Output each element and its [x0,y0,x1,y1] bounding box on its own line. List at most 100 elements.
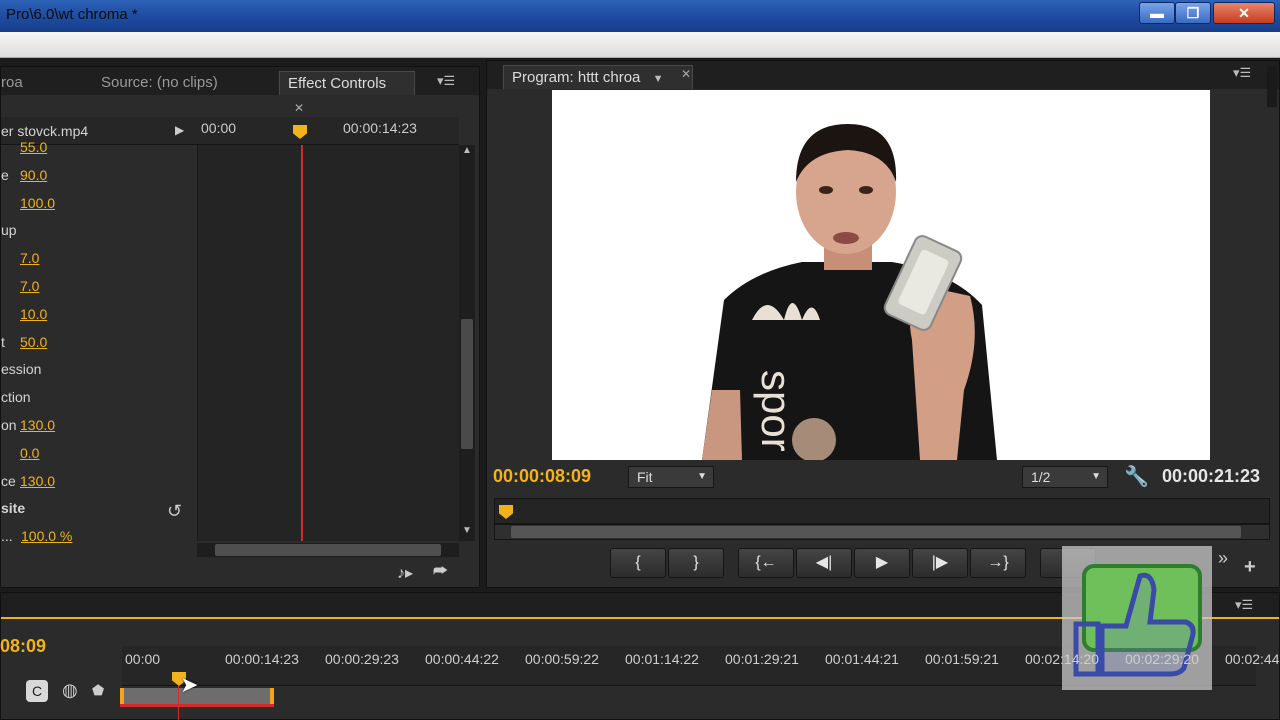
property-value[interactable]: 7.0 [20,250,39,266]
property-value[interactable]: 50.0 [20,334,47,350]
chevron-down-icon: ▼ [697,471,707,482]
render-bar [120,704,274,707]
panel-edge-scroll [1267,67,1277,107]
property-label: ... [1,528,13,545]
program-zoom-thumb[interactable] [511,526,1241,538]
program-duration: 00:00:21:23 [1162,466,1261,486]
snap-icon[interactable]: C [26,680,48,702]
step-back-button[interactable]: ◀| [796,548,852,578]
window-titlebar[interactable]: Pro\6.0\wt chroma * ▬ ❐ ✕ [0,0,1280,32]
program-current-time[interactable]: 00:00:08:09 [493,466,591,487]
tab-program-label: Program: httt chroa [512,69,641,86]
window-title: Pro\6.0\wt chroma * [6,6,138,23]
program-zoom-scrollbar[interactable] [494,524,1270,540]
audio-only-icon[interactable]: ♪▸ [397,563,413,583]
scroll-up-icon[interactable]: ▲ [462,145,472,156]
more-controls-icon[interactable]: » [1218,548,1228,569]
add-marker-icon[interactable]: ⬟ [92,682,104,699]
tab-source[interactable]: Source: (no clips) [93,71,226,95]
property-label: on [1,417,17,433]
hscroll-thumb[interactable] [215,544,441,556]
linked-selection-icon[interactable]: ◍ [62,680,78,701]
chevron-down-icon: ▼ [1091,471,1101,482]
thumbs-up-icon [1073,564,1202,677]
tab-sequence-partial[interactable]: roa [0,71,31,95]
timeline-tick-label: 00:01:29:21 [725,651,799,667]
close-button[interactable]: ✕ [1213,2,1275,24]
chevron-down-icon[interactable]: ▼ [653,73,664,85]
effect-controls-panel: roa Source: (no clips) Effect Controls ✕… [0,66,480,588]
clip-name: er stovck.mp4 [1,123,89,139]
scroll-thumb[interactable] [461,319,473,449]
tab-effect-controls[interactable]: Effect Controls ✕ [279,71,415,115]
clip-header: er stovck.mp4 ▶ 00:00 00:00:14:23 [1,117,459,145]
property-value[interactable]: 10.0 [20,306,47,322]
tab-program[interactable]: Program: httt chroa ▼ [503,65,693,89]
maximize-button[interactable]: ❐ [1175,2,1211,24]
timeline-current-time[interactable]: 08:09 [0,636,46,657]
property-value[interactable]: 55.0 [20,139,47,155]
property-label: t [1,333,5,350]
playhead-line [301,145,303,541]
wrench-icon[interactable]: 🔧 [1124,464,1149,489]
timeline-tick-label: 00:00 [125,651,161,667]
export-icon[interactable]: ⮫ [433,563,448,581]
tab-effect-controls-label: Effect Controls [288,75,387,92]
program-ruler[interactable] [494,498,1270,524]
play-triangle-icon[interactable]: ▶ [175,123,184,137]
property-value[interactable]: 7.0 [20,278,39,294]
property-value[interactable]: 100.0 [20,195,55,211]
property-label: ession [1,361,42,378]
zoom-dropdown[interactable]: Fit ▼ [628,466,714,488]
property-value[interactable]: 100.0 % [21,528,72,544]
timeline-tick-label: 00:00:44:22 [425,651,499,667]
property-label: up [1,222,17,239]
like-overlay[interactable] [1062,546,1212,690]
go-to-out-button[interactable]: →} [970,548,1026,578]
property-label: ce [1,472,16,489]
program-playhead-marker[interactable] [499,505,513,519]
timeline-tick-label: 00:02:14:20 [1025,651,1099,667]
close-icon[interactable]: ✕ [294,101,304,115]
keyframe-area[interactable] [197,145,459,541]
add-button-icon[interactable]: + [1244,556,1256,579]
video-person-image: spor [702,124,997,460]
property-value[interactable]: 90.0 [20,167,47,183]
property-label: ction [1,389,31,406]
panel-menu-icon[interactable]: ▾☰ [437,73,455,89]
step-forward-button[interactable]: |▶ [912,548,968,578]
property-list: 55.0 e 90.0 100.0 up 7.0 7.0 10.0 t 50.0 ession cti… [1,139,197,545]
panel-menu-icon[interactable]: ▾☰ [1233,65,1251,81]
timeline-tick-label: 00:00:29:23 [325,651,399,667]
timeline-tick-label: 00:01:44:21 [825,651,899,667]
resolution-dropdown-value: 1/2 [1031,469,1051,485]
menu-bar [0,32,1280,58]
play-button[interactable]: ▶ [854,548,910,578]
mouse-cursor-icon: ➤ [180,672,199,697]
timeline-tick-label: 00:01:59:21 [925,651,999,667]
reset-icon[interactable]: ↺ [167,501,182,522]
ruler-end: 00:00:14:23 [343,120,417,136]
property-value[interactable]: 130.0 [20,417,55,433]
ruler-start: 00:00 [201,120,237,136]
premiere-window: Pro\6.0\wt chroma * ▬ ❐ ✕ roa Source: (n… [0,0,1280,720]
playhead-marker[interactable] [293,125,307,139]
property-value[interactable]: 0.0 [20,445,39,461]
go-to-in-button[interactable]: {← [738,548,794,578]
program-video-frame: spor [552,90,1210,460]
timeline-tick-label: 00:00:14:23 [225,651,299,667]
timeline-tick-label: 00:02:29:20 [1125,651,1199,667]
mark-out-button[interactable]: } [668,548,724,578]
resolution-dropdown[interactable]: 1/2 ▼ [1022,466,1108,488]
timeline-tick-label: 00:02:44:2 [1225,651,1280,667]
mark-in-button[interactable]: { [610,548,666,578]
timeline-tick-label: 00:01:14:22 [625,651,699,667]
minimize-button[interactable]: ▬ [1139,2,1175,24]
timeline-tick-label: 00:00:59:22 [525,651,599,667]
zoom-dropdown-value: Fit [637,469,653,485]
property-value[interactable]: 130.0 [20,473,55,489]
property-label: site [1,500,26,517]
close-icon[interactable]: ✕ [681,67,691,81]
scroll-down-icon[interactable]: ▼ [462,525,472,536]
panel-menu-icon[interactable]: ▾☰ [1235,597,1253,613]
